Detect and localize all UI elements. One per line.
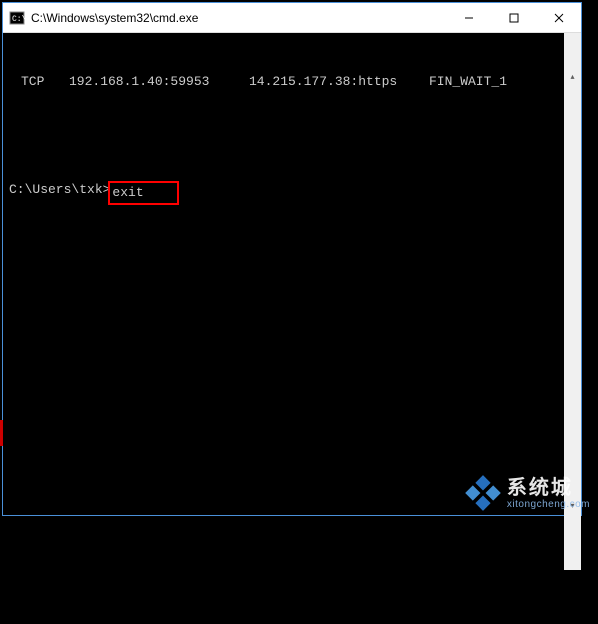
close-button[interactable] bbox=[536, 3, 581, 32]
prompt-line: C:\Users\txk>exit bbox=[9, 181, 575, 205]
watermark-text: 系统城 xitongcheng.com bbox=[507, 477, 590, 510]
cmd-icon: C:\ bbox=[9, 10, 25, 26]
watermark-subtitle: xitongcheng.com bbox=[507, 499, 590, 510]
local-address-cell: 192.168.1.40:59953 bbox=[69, 73, 249, 91]
svg-text:C:\: C:\ bbox=[12, 15, 25, 24]
watermark-logo-icon bbox=[465, 475, 501, 511]
cmd-window: C:\ C:\Windows\system32\cmd.exe TCP 192.… bbox=[2, 2, 582, 516]
prompt-text: C:\Users\txk> bbox=[9, 181, 110, 205]
left-accent-strip bbox=[0, 420, 3, 446]
state-cell: FIN_WAIT_1 bbox=[429, 73, 507, 91]
command-highlight: exit bbox=[108, 181, 178, 205]
titlebar[interactable]: C:\ C:\Windows\system32\cmd.exe bbox=[3, 3, 581, 33]
remote-address-cell: 14.215.177.38:https bbox=[249, 73, 429, 91]
netstat-row: TCP 192.168.1.40:59953 14.215.177.38:htt… bbox=[9, 73, 575, 91]
maximize-button[interactable] bbox=[491, 3, 536, 32]
window-controls bbox=[446, 3, 581, 32]
watermark-title: 系统城 bbox=[507, 477, 590, 499]
vertical-scrollbar[interactable]: ▴ ▾ bbox=[564, 33, 581, 515]
watermark: 系统城 xitongcheng.com bbox=[465, 475, 590, 511]
window-title: C:\Windows\system32\cmd.exe bbox=[31, 11, 446, 25]
command-text: exit bbox=[112, 185, 143, 200]
scroll-up-arrow-icon[interactable]: ▴ bbox=[564, 69, 581, 86]
minimize-button[interactable] bbox=[446, 3, 491, 32]
terminal-area[interactable]: TCP 192.168.1.40:59953 14.215.177.38:htt… bbox=[3, 33, 581, 515]
protocol-cell: TCP bbox=[9, 73, 69, 91]
